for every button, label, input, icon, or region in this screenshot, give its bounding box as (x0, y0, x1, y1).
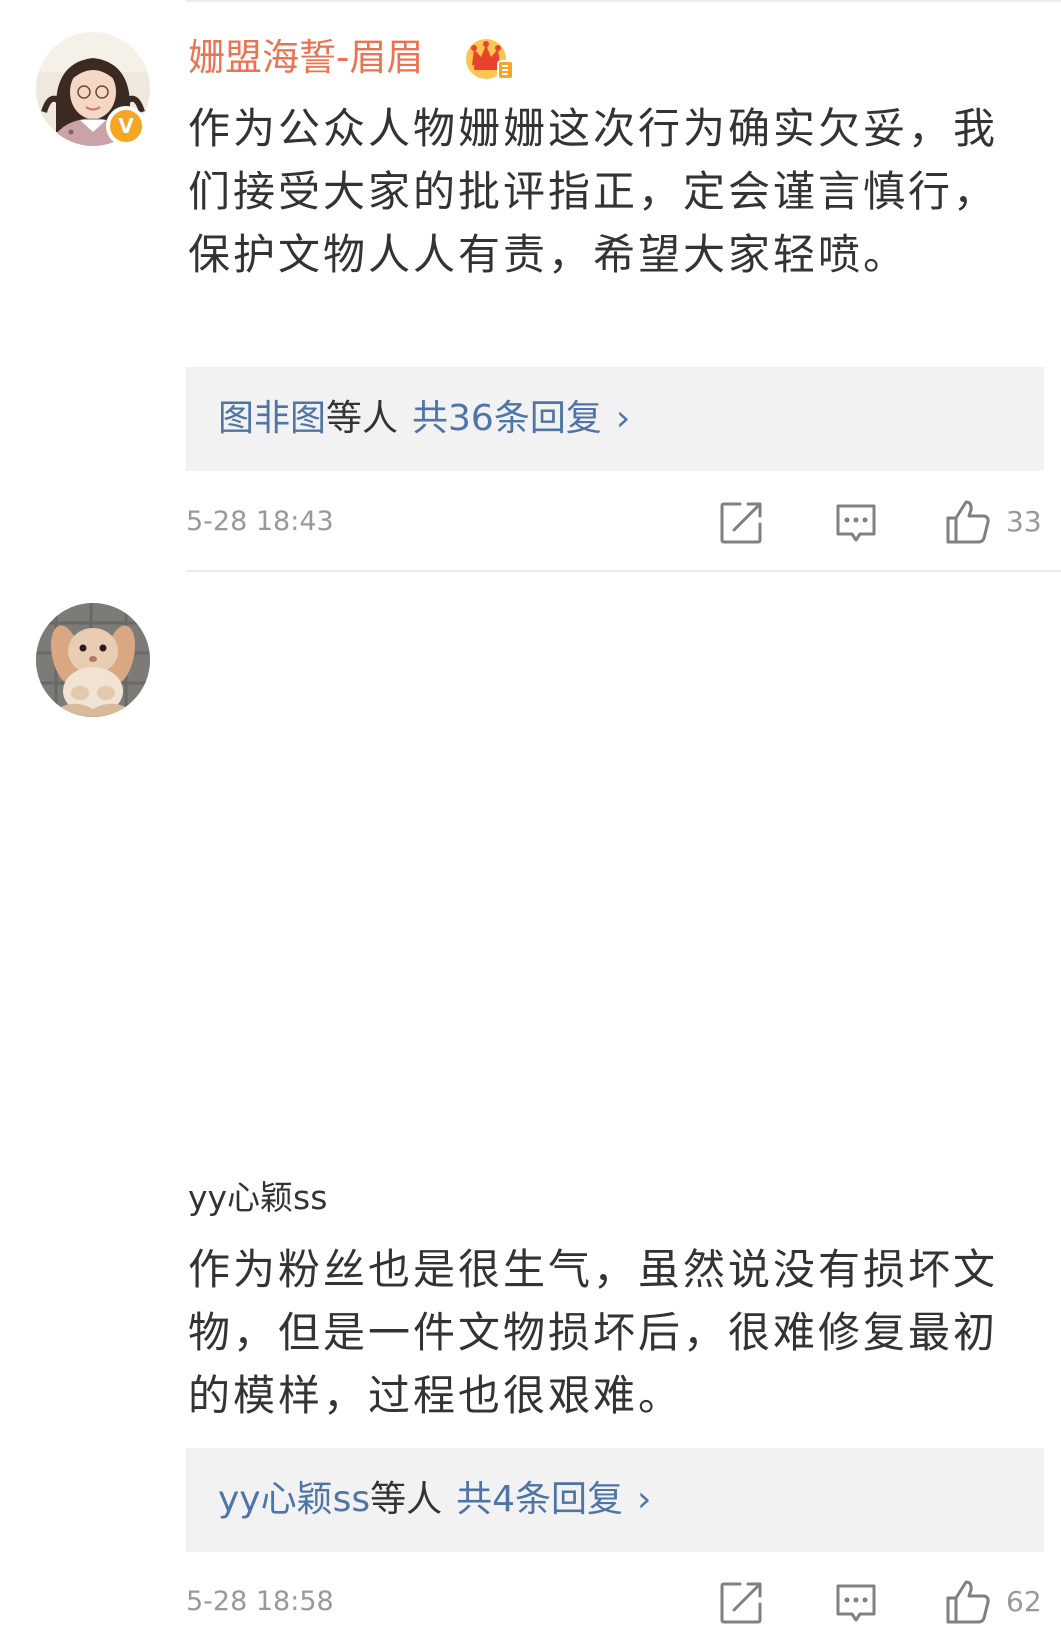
thumbs-up-icon (946, 1580, 990, 1624)
comment-text: 作为公众人物姗姗这次行为确实欠妥，我们接受大家的批评指正，定会谨言慎行，保护文物… (188, 104, 999, 279)
chevron-right-icon: › (637, 1479, 652, 1520)
like-button[interactable] (942, 1576, 994, 1628)
repost-button[interactable] (716, 1576, 768, 1628)
reply-summary-box[interactable]: 图非图等人 共36条回复 › (186, 367, 1044, 471)
like-button[interactable] (942, 496, 994, 548)
username[interactable]: yy心颖ss (188, 1176, 327, 1220)
repost-icon (720, 502, 762, 544)
comment-button[interactable] (830, 1576, 882, 1628)
reply-etc-label: 等人 (370, 1479, 443, 1520)
chevron-right-icon: › (615, 398, 631, 439)
reply-summary-box[interactable]: yy心颖ss等人 共4条回复 › (186, 1448, 1044, 1552)
comment-text: 作为粉丝也是很生气，虽然说没有损坏文物，但是一件文物损坏后，很难修复最初的模样，… (188, 1245, 999, 1420)
crown-member-icon[interactable] (462, 35, 514, 81)
reply-users-link[interactable]: 图非图 (218, 398, 326, 439)
comment-icon (836, 1584, 876, 1622)
comment-timestamp: 5-28 18:43 (186, 506, 334, 537)
reply-users-link[interactable]: yy心颖ss (218, 1479, 370, 1520)
reply-count-link[interactable]: 共4条回复 (456, 1479, 623, 1520)
thumbs-up-icon (946, 500, 990, 544)
reply-count-link[interactable]: 共36条回复 (412, 398, 602, 439)
comment-button[interactable] (830, 496, 882, 548)
like-count: 33 (1006, 505, 1042, 538)
repost-icon (720, 1582, 762, 1624)
comment-icon (836, 504, 876, 542)
reply-etc-label: 等人 (326, 398, 399, 439)
username[interactable]: 姗盟海誓-眉眉 (188, 34, 423, 82)
avatar-rabbit-photo (36, 603, 150, 717)
like-count: 62 (1006, 1585, 1042, 1618)
comment-item: V 姗盟海誓-眉眉 作为公众人物姗姗这次行为确实欠妥，我们接受大家的批评指正，定… (0, 0, 1061, 572)
comment-item: yy心颖ss 作为粉丝也是很生气，虽然说没有损坏文物，但是一件文物损坏后，很难修… (0, 572, 1061, 1624)
verified-badge-icon: V (106, 106, 146, 146)
repost-button[interactable] (716, 496, 768, 548)
comment-timestamp: 5-28 18:58 (186, 1586, 334, 1617)
avatar[interactable] (36, 603, 150, 717)
